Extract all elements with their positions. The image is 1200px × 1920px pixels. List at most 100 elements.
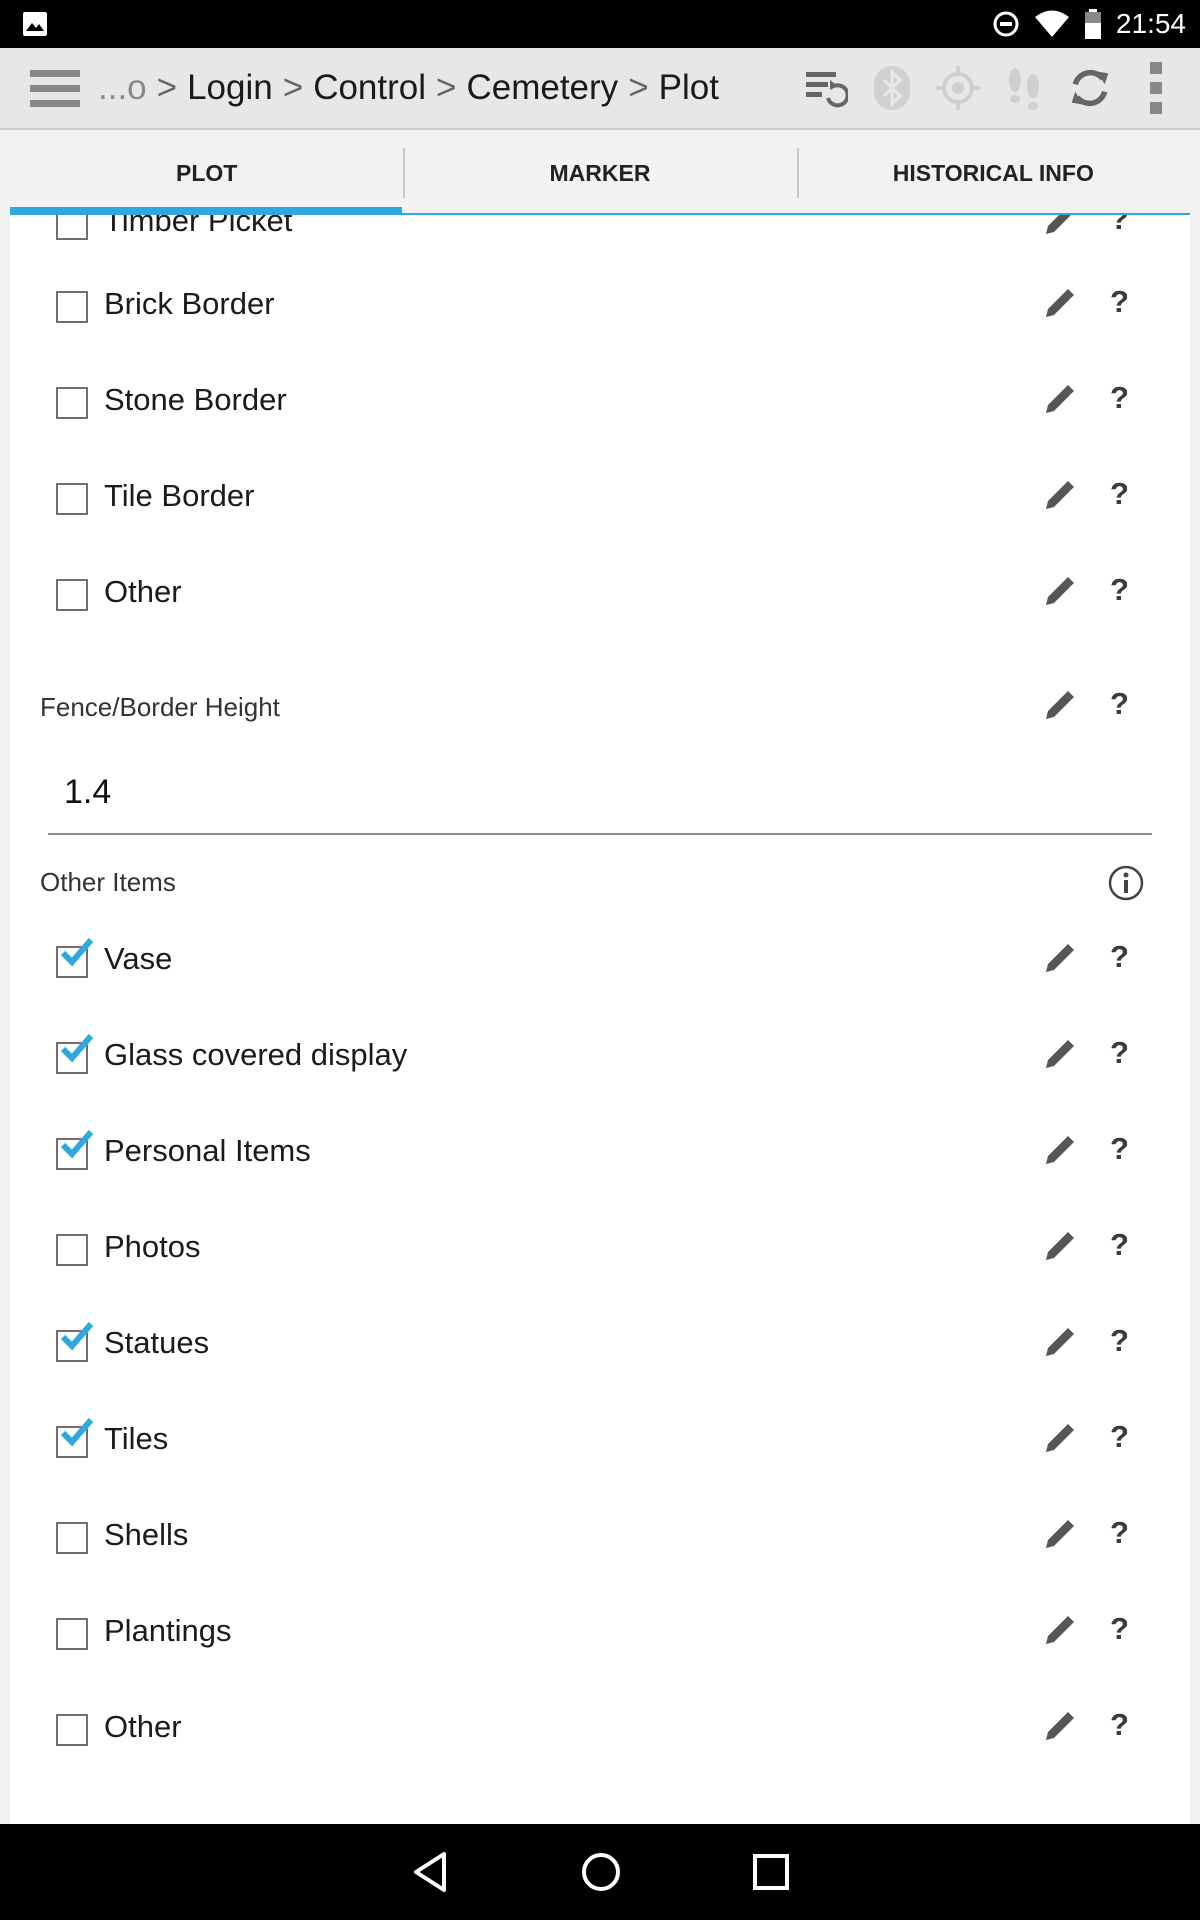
overflow-icon: [1150, 62, 1162, 114]
help-icon[interactable]: ?: [1110, 380, 1129, 416]
list-item[interactable]: Photos ?: [10, 1201, 1190, 1297]
item-label: Tile Border: [104, 478, 255, 513]
help-icon[interactable]: ?: [1110, 1035, 1129, 1071]
item-label: Stone Border: [104, 382, 287, 417]
help-icon[interactable]: ?: [1110, 572, 1129, 608]
checkmark-icon: [60, 1130, 94, 1159]
edit-button[interactable]: [1043, 576, 1075, 613]
tab-plot[interactable]: PLOT: [10, 130, 403, 216]
help-icon[interactable]: ?: [1110, 476, 1129, 512]
checkbox[interactable]: [56, 1618, 88, 1650]
tab-marker[interactable]: MARKER: [403, 130, 796, 216]
list-item[interactable]: Other ?: [10, 1681, 1190, 1777]
help-icon[interactable]: ?: [1110, 1227, 1129, 1263]
edit-button[interactable]: [1043, 288, 1075, 325]
help-icon[interactable]: ?: [1110, 1323, 1129, 1359]
edit-button[interactable]: [1043, 1327, 1075, 1364]
bluetooth-button[interactable]: [870, 66, 914, 110]
help-icon[interactable]: ?: [1110, 1419, 1129, 1455]
edit-button[interactable]: [1043, 1135, 1075, 1172]
item-label: Plantings: [104, 1613, 232, 1648]
edit-button[interactable]: [1043, 1711, 1075, 1748]
checkbox[interactable]: [56, 387, 88, 419]
breadcrumb-item[interactable]: Login: [187, 68, 273, 108]
edit-button[interactable]: [1043, 1231, 1075, 1268]
help-icon[interactable]: ?: [1110, 1707, 1129, 1743]
overflow-menu-button[interactable]: [1134, 62, 1178, 114]
list-item[interactable]: Tiles ?: [10, 1393, 1190, 1489]
edit-button[interactable]: [1043, 943, 1075, 980]
item-label: Timber Picket: [104, 215, 293, 238]
edit-button[interactable]: [1043, 215, 1075, 242]
item-label: Other: [104, 574, 182, 609]
checkbox[interactable]: [56, 1714, 88, 1746]
form-content[interactable]: Timber Picket ? Brick Border ? Stone Bor…: [10, 215, 1190, 1824]
breadcrumb-separator: >: [628, 68, 649, 107]
pencil-icon: [1046, 1040, 1074, 1068]
wifi-icon: [1034, 10, 1069, 37]
fence-height-input[interactable]: 1.4: [48, 761, 1152, 835]
list-item[interactable]: Tile Border ?: [10, 450, 1190, 546]
sync-list-button[interactable]: [804, 66, 848, 110]
checkbox[interactable]: [56, 1522, 88, 1554]
list-item[interactable]: Other ?: [10, 546, 1190, 642]
list-item[interactable]: Glass covered display ?: [10, 1009, 1190, 1105]
pencil-icon: [1046, 1520, 1074, 1548]
back-icon[interactable]: [410, 1850, 450, 1894]
drawer-menu-button[interactable]: [20, 48, 90, 128]
edit-button[interactable]: [1043, 1519, 1075, 1556]
home-icon[interactable]: [580, 1851, 622, 1893]
list-item[interactable]: Personal Items ?: [10, 1105, 1190, 1201]
breadcrumb-current: Plot: [658, 68, 719, 107]
edit-button[interactable]: [1043, 1615, 1075, 1652]
help-icon[interactable]: ?: [1110, 1611, 1129, 1647]
gps-button[interactable]: [936, 66, 980, 110]
tracklog-button[interactable]: [1002, 66, 1046, 110]
checkbox[interactable]: [56, 1234, 88, 1266]
list-item[interactable]: Vase ?: [10, 913, 1190, 1009]
list-item[interactable]: Plantings ?: [10, 1585, 1190, 1681]
checkmark-icon: [60, 1322, 94, 1351]
list-item[interactable]: Shells ?: [10, 1489, 1190, 1585]
list-item[interactable]: Stone Border ?: [10, 354, 1190, 450]
breadcrumb-item[interactable]: Control: [313, 68, 426, 108]
fence-height-value: 1.4: [64, 773, 112, 811]
recents-icon[interactable]: [752, 1853, 790, 1891]
fence-height-label: Fence/Border Height: [40, 692, 280, 722]
info-icon[interactable]: [1108, 865, 1144, 901]
pencil-icon: [1046, 1424, 1074, 1452]
status-time: 21:54: [1115, 8, 1186, 39]
pencil-icon: [1046, 289, 1074, 317]
pencil-icon: [1046, 1712, 1074, 1740]
breadcrumb-item[interactable]: Cemetery: [466, 68, 618, 108]
status-bar: 21:54: [0, 0, 1200, 48]
tab-historical-info[interactable]: HISTORICAL INFO: [796, 130, 1190, 216]
help-icon[interactable]: ?: [1110, 1515, 1129, 1551]
list-item[interactable]: Brick Border ?: [10, 258, 1190, 354]
checkbox[interactable]: [56, 291, 88, 323]
checkbox[interactable]: [56, 579, 88, 611]
edit-button[interactable]: [1043, 1039, 1075, 1076]
help-icon[interactable]: ?: [1110, 1131, 1129, 1167]
do-not-disturb-icon: [993, 11, 1019, 37]
edit-button[interactable]: [1043, 690, 1075, 727]
help-icon[interactable]: ?: [1110, 215, 1129, 237]
breadcrumb: ...o > Login > Control > Cemetery > Plot: [98, 68, 719, 108]
selected-tab-indicator: [10, 207, 402, 215]
edit-button[interactable]: [1043, 1423, 1075, 1460]
checkmark-icon: [60, 1034, 94, 1063]
item-label: Statues: [104, 1325, 210, 1360]
tab-bar: PLOT MARKER HISTORICAL INFO: [10, 130, 1190, 216]
help-icon[interactable]: ?: [1110, 939, 1129, 975]
checkbox[interactable]: [56, 483, 88, 515]
help-icon[interactable]: ?: [1110, 686, 1129, 722]
edit-button[interactable]: [1043, 384, 1075, 421]
list-item[interactable]: Statues ?: [10, 1297, 1190, 1393]
breadcrumb-separator: >: [156, 68, 178, 107]
breadcrumb-item[interactable]: ...o: [98, 68, 147, 108]
item-label: Shells: [104, 1517, 189, 1552]
checkbox[interactable]: [56, 215, 88, 240]
refresh-button[interactable]: [1068, 66, 1112, 110]
help-icon[interactable]: ?: [1110, 284, 1129, 320]
edit-button[interactable]: [1043, 480, 1075, 517]
